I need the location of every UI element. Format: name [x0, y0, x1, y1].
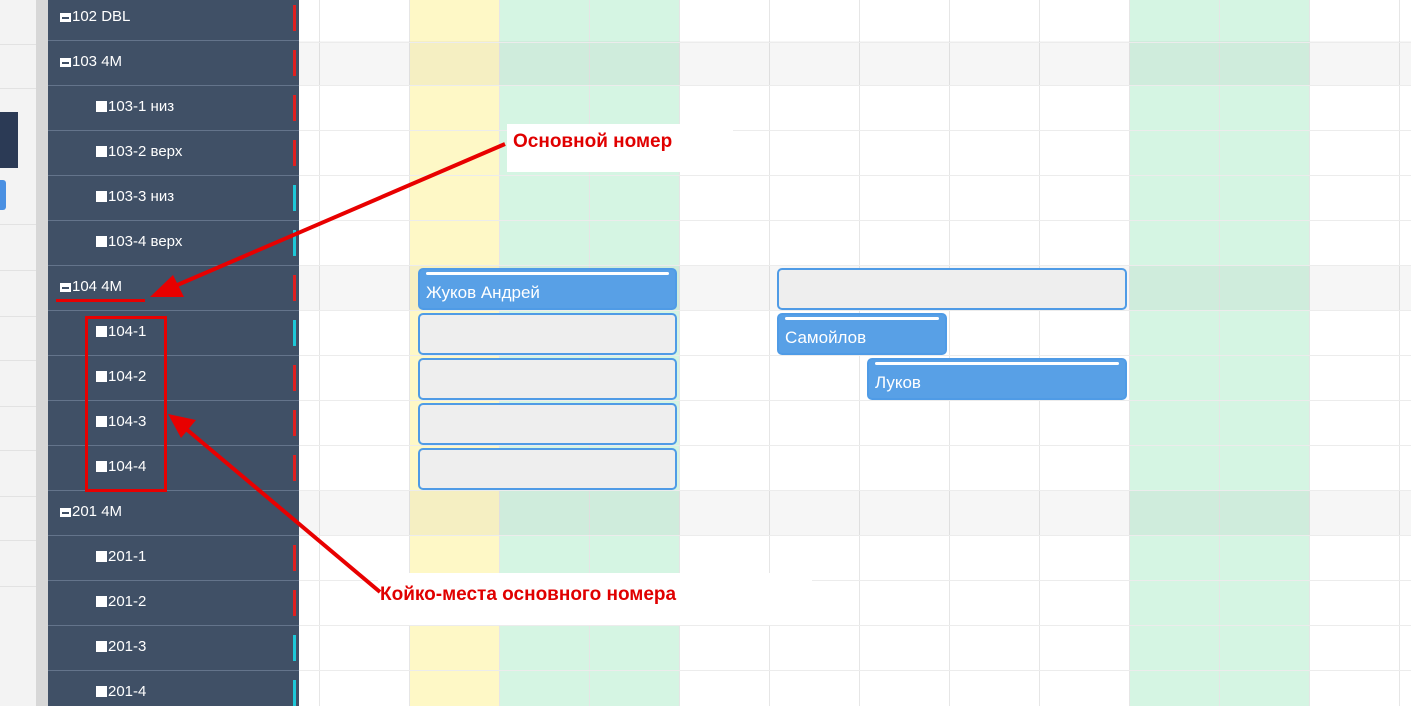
- scheduler-window: 102 DBL 103 4M 103-1 низ 103-2 верх 103-3 ни…: [0, 0, 1411, 706]
- annotation-arrows: [150, 142, 506, 594]
- arrow-to-beds-line: [183, 426, 382, 594]
- arrow-to-main-room-line: [174, 142, 506, 288]
